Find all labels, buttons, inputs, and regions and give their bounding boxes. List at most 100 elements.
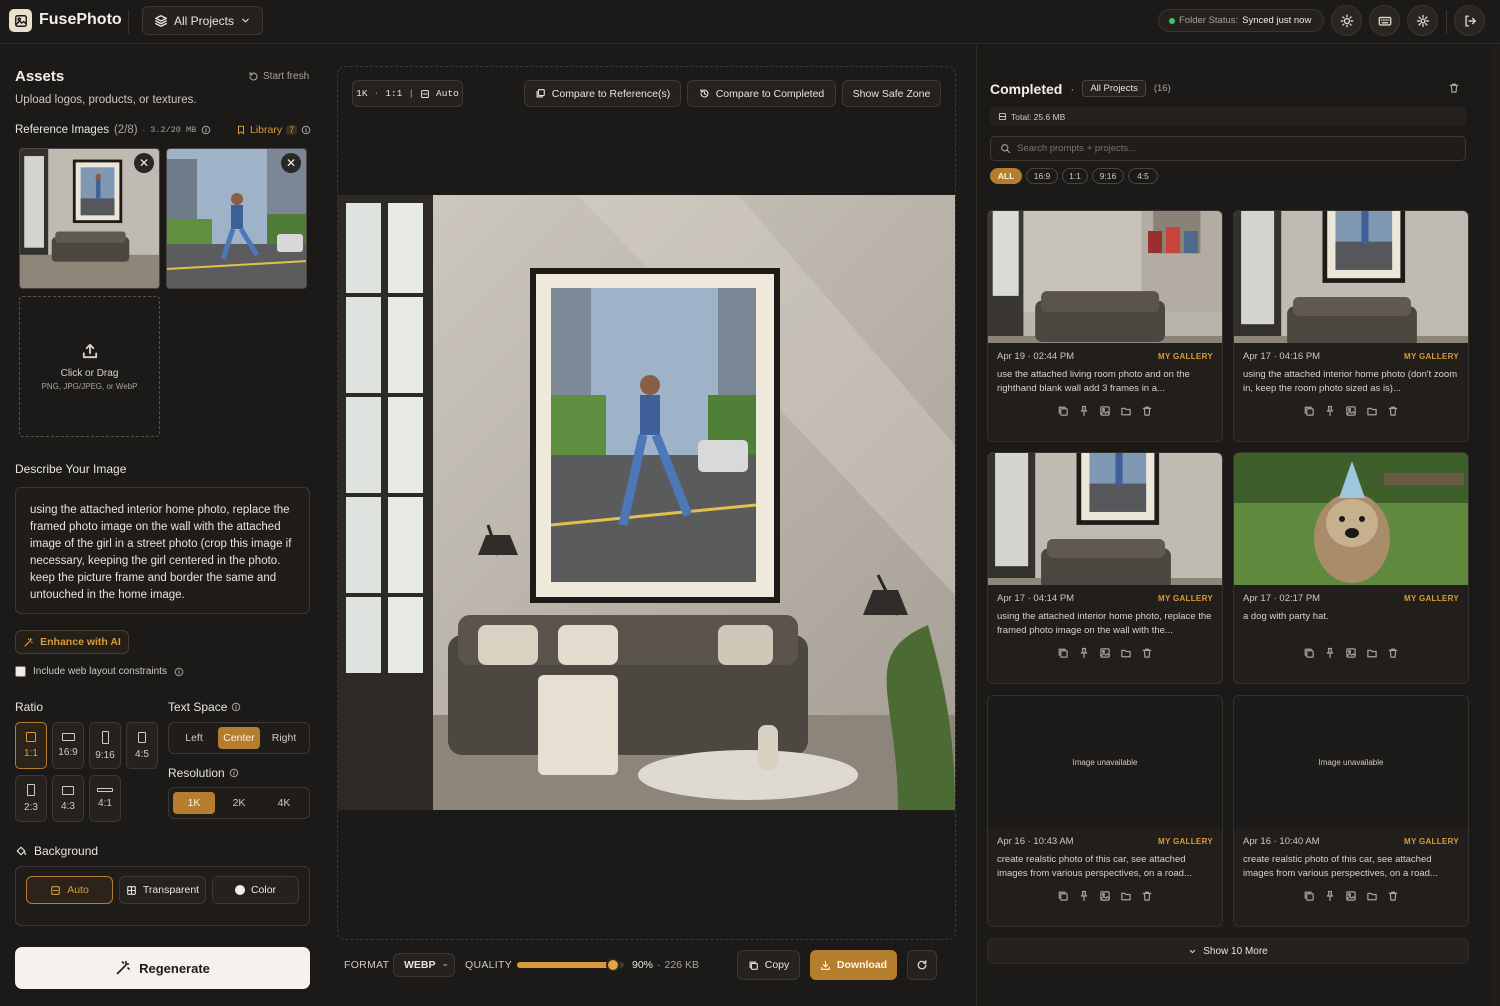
use-as-reference-button[interactable]	[1345, 405, 1357, 420]
ratio-option-4-3[interactable]: 4:3	[52, 775, 84, 822]
gallery-card[interactable]: Apr 17 · 04:14 PM MY GALLERY using the att…	[987, 452, 1223, 684]
info-icon[interactable]	[231, 702, 241, 712]
use-as-reference-button[interactable]	[1099, 890, 1111, 905]
use-as-reference-button[interactable]	[1345, 647, 1357, 662]
pin-button[interactable]	[1324, 890, 1336, 905]
delete-button[interactable]	[1387, 647, 1399, 662]
filter-chip-4-5[interactable]: 4:5	[1128, 168, 1158, 184]
move-to-folder-button[interactable]	[1120, 405, 1132, 420]
delete-button[interactable]	[1141, 890, 1153, 905]
filter-chip-9-16[interactable]: 9:16	[1092, 168, 1124, 184]
copy-prompt-button[interactable]	[1057, 647, 1069, 662]
copy-prompt-button[interactable]	[1303, 890, 1315, 905]
copy-prompt-button[interactable]	[1303, 405, 1315, 420]
square-ratio-icon	[26, 732, 36, 742]
move-to-folder-button[interactable]	[1366, 405, 1378, 420]
delete-button[interactable]	[1387, 890, 1399, 905]
settings-button[interactable]	[1407, 5, 1438, 36]
gallery-card[interactable]: Image unavailable Apr 16 · 10:43 AM MY GAL…	[987, 695, 1223, 927]
card-thumbnail[interactable]: Image unavailable	[1234, 696, 1468, 828]
background-auto-button[interactable]: Auto	[26, 876, 113, 904]
library-button[interactable]: Library 7	[236, 124, 311, 136]
use-as-reference-button[interactable]	[1345, 890, 1357, 905]
format-select[interactable]: WEBP	[393, 953, 455, 977]
resolution-4k[interactable]: 4K	[263, 792, 305, 814]
resolution-1k[interactable]: 1K	[173, 792, 215, 814]
resolution-2k[interactable]: 2K	[218, 792, 260, 814]
show-safe-zone-button[interactable]: Show Safe Zone	[842, 80, 941, 107]
remove-reference-button[interactable]: ✕	[134, 153, 154, 173]
filter-chip-16-9[interactable]: 16:9	[1026, 168, 1058, 184]
search-icon	[1001, 144, 1011, 154]
move-to-folder-button[interactable]	[1120, 890, 1132, 905]
pin-button[interactable]	[1324, 647, 1336, 662]
pin-button[interactable]	[1078, 647, 1090, 662]
info-icon[interactable]	[201, 125, 211, 135]
info-icon[interactable]	[301, 125, 311, 135]
regenerate-button[interactable]: Regenerate	[15, 947, 310, 989]
use-as-reference-button[interactable]	[1099, 405, 1111, 420]
ratio-option-9-16[interactable]: 9:16	[89, 722, 121, 769]
start-fresh-button[interactable]: Start fresh	[248, 71, 309, 82]
text-space-center[interactable]: Center	[218, 727, 260, 749]
filter-chip-1-1[interactable]: 1:1	[1062, 168, 1088, 184]
prompt-textarea[interactable]: using the attached interior home photo, …	[15, 487, 310, 614]
background-color-button[interactable]: Color	[212, 876, 299, 904]
gallery-card[interactable]: Image unavailable Apr 16 · 10:40 AM MY GAL…	[1233, 695, 1469, 927]
compare-to-completed-button[interactable]: Compare to Completed	[687, 80, 836, 107]
upload-dropzone[interactable]: Click or Drag PNG, JPG/JPEG, or WebP	[19, 296, 160, 437]
enhance-with-ai-button[interactable]: Enhance with AI	[15, 630, 129, 654]
gallery-card[interactable]: Apr 17 · 02:17 PM MY GALLERY a dog with pa…	[1233, 452, 1469, 684]
project-selector-button[interactable]: All Projects	[142, 6, 263, 35]
move-to-folder-button[interactable]	[1366, 647, 1378, 662]
info-icon[interactable]	[174, 667, 184, 677]
scrollbar[interactable]	[1490, 44, 1500, 1006]
gallery-card[interactable]: Apr 17 · 04:16 PM MY GALLERY using the att…	[1233, 210, 1469, 442]
pin-button[interactable]	[1324, 405, 1336, 420]
move-to-folder-button[interactable]	[1366, 890, 1378, 905]
background-transparent-button[interactable]: Transparent	[119, 876, 206, 904]
quality-slider-track[interactable]	[517, 958, 624, 972]
copy-button[interactable]: Copy	[737, 950, 800, 980]
web-constraints-checkbox[interactable]	[15, 666, 26, 677]
copy-prompt-button[interactable]	[1303, 647, 1315, 662]
use-as-reference-button[interactable]	[1099, 647, 1111, 662]
copy-prompt-button[interactable]	[1057, 890, 1069, 905]
gallery-card[interactable]: Apr 19 · 02:44 PM MY GALLERY use the attac…	[987, 210, 1223, 442]
card-thumbnail[interactable]	[1234, 453, 1468, 585]
info-icon[interactable]	[229, 768, 239, 778]
filter-chip-all[interactable]: ALL	[990, 168, 1022, 184]
generated-image[interactable]	[338, 195, 955, 810]
copy-prompt-button[interactable]	[1057, 405, 1069, 420]
delete-button[interactable]	[1141, 405, 1153, 420]
search-field[interactable]	[990, 136, 1466, 161]
remove-reference-button[interactable]: ✕	[281, 153, 301, 173]
move-to-folder-button[interactable]	[1120, 647, 1132, 662]
pin-button[interactable]	[1078, 890, 1090, 905]
delete-button[interactable]	[1387, 405, 1399, 420]
ratio-option-16-9[interactable]: 16:9	[52, 722, 84, 769]
card-thumbnail[interactable]	[1234, 211, 1468, 343]
pin-button[interactable]	[1078, 405, 1090, 420]
quality-slider-thumb[interactable]	[606, 958, 621, 972]
card-thumbnail[interactable]	[988, 453, 1222, 585]
card-thumbnail[interactable]: Image unavailable	[988, 696, 1222, 828]
show-more-button[interactable]: Show 10 More	[987, 938, 1469, 964]
ratio-option-4-5[interactable]: 4:5	[126, 722, 158, 769]
ratio-option-4-1[interactable]: 4:1	[89, 775, 121, 822]
text-space-left[interactable]: Left	[173, 727, 215, 749]
compare-to-references-button[interactable]: Compare to Reference(s)	[524, 80, 681, 107]
search-input[interactable]	[1017, 143, 1417, 154]
text-space-right[interactable]: Right	[263, 727, 305, 749]
card-thumbnail[interactable]	[988, 211, 1222, 343]
keyboard-shortcuts-button[interactable]	[1369, 5, 1400, 36]
ratio-option-2-3[interactable]: 2:3	[15, 775, 47, 822]
theme-toggle-button[interactable]	[1331, 5, 1362, 36]
download-button[interactable]: Download	[810, 950, 897, 980]
logout-button[interactable]	[1454, 5, 1485, 36]
reset-export-button[interactable]	[907, 950, 937, 980]
delete-button[interactable]	[1141, 647, 1153, 662]
ratio-option-1-1[interactable]: 1:1	[15, 722, 47, 769]
completed-scope-badge[interactable]: All Projects	[1082, 80, 1146, 97]
delete-all-button[interactable]	[1448, 82, 1460, 97]
